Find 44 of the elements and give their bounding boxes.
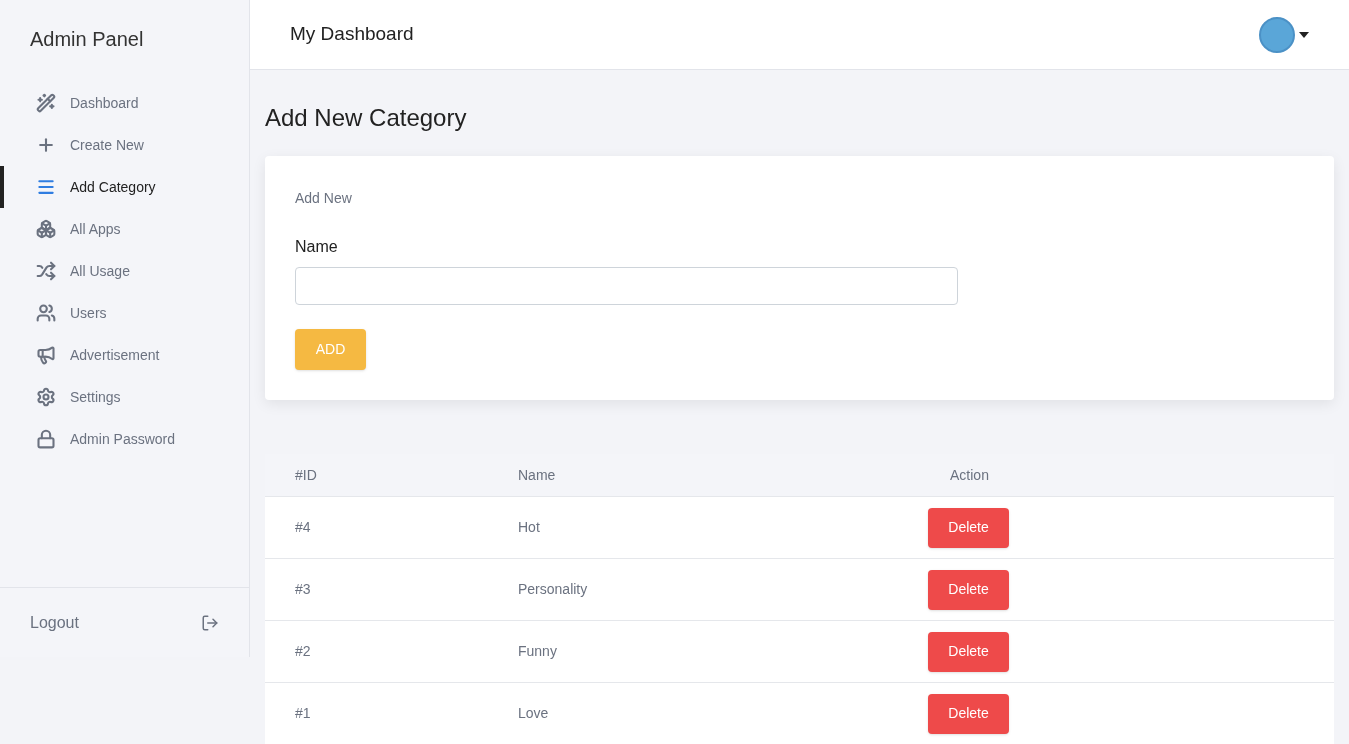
table-cell-text: #4 [295, 518, 312, 537]
sidebar-item[interactable]: Advertisement [0, 334, 249, 376]
avatar [1259, 16, 1295, 53]
sidebar-item[interactable]: Users [0, 292, 249, 334]
plus-icon [36, 135, 56, 155]
lock-icon [36, 429, 56, 449]
page-title: Add New Category [265, 103, 468, 133]
delete-button[interactable]: Delete [928, 693, 1009, 734]
name-input[interactable] [295, 267, 958, 305]
megaphone-icon [36, 345, 56, 365]
table-cell-text: #2 [295, 642, 312, 661]
settings-icon [36, 387, 56, 407]
table-cell-text: Personality [518, 580, 589, 599]
delete-button[interactable]: Delete [928, 569, 1009, 610]
magic-wand-icon [36, 93, 56, 113]
column-header: #ID [295, 465, 318, 485]
user-menu[interactable] [1259, 16, 1309, 53]
users-icon [36, 303, 56, 323]
caret-icon [1299, 31, 1309, 38]
delete-button[interactable]: Delete [928, 631, 1009, 672]
sidebar-item[interactable]: Settings [0, 376, 249, 418]
column-header: Action [949, 465, 990, 485]
sidebar-item[interactable]: Create New [0, 124, 249, 166]
table-cell-text: #3 [295, 580, 312, 599]
menu-icon [36, 177, 56, 197]
field-label: Name [295, 237, 339, 257]
cubes-icon [36, 219, 56, 239]
sidebar-item[interactable]: Add Category [0, 166, 249, 208]
table-cell-text: Love [518, 704, 550, 723]
table-cell-text: Funny [518, 642, 558, 661]
section-label: Add New [295, 189, 353, 208]
delete-button[interactable]: Delete [928, 507, 1009, 548]
sidebar-item[interactable]: Dashboard [0, 82, 249, 124]
shuffle-icon [36, 261, 56, 281]
sidebar-item[interactable]: All Apps [0, 208, 249, 250]
logout-link[interactable]: Logout [0, 587, 249, 657]
column-header: Name [518, 465, 557, 485]
table-cell-text: Hot [518, 518, 541, 537]
table-cell-text: #1 [295, 704, 312, 723]
logout-icon [201, 613, 219, 632]
header-title: My Dashboard [290, 22, 414, 47]
sidebar-title: Admin Panel [29, 27, 145, 52]
sidebar-item[interactable]: All Usage [0, 250, 249, 292]
sidebar-item[interactable]: Admin Password [0, 418, 249, 460]
